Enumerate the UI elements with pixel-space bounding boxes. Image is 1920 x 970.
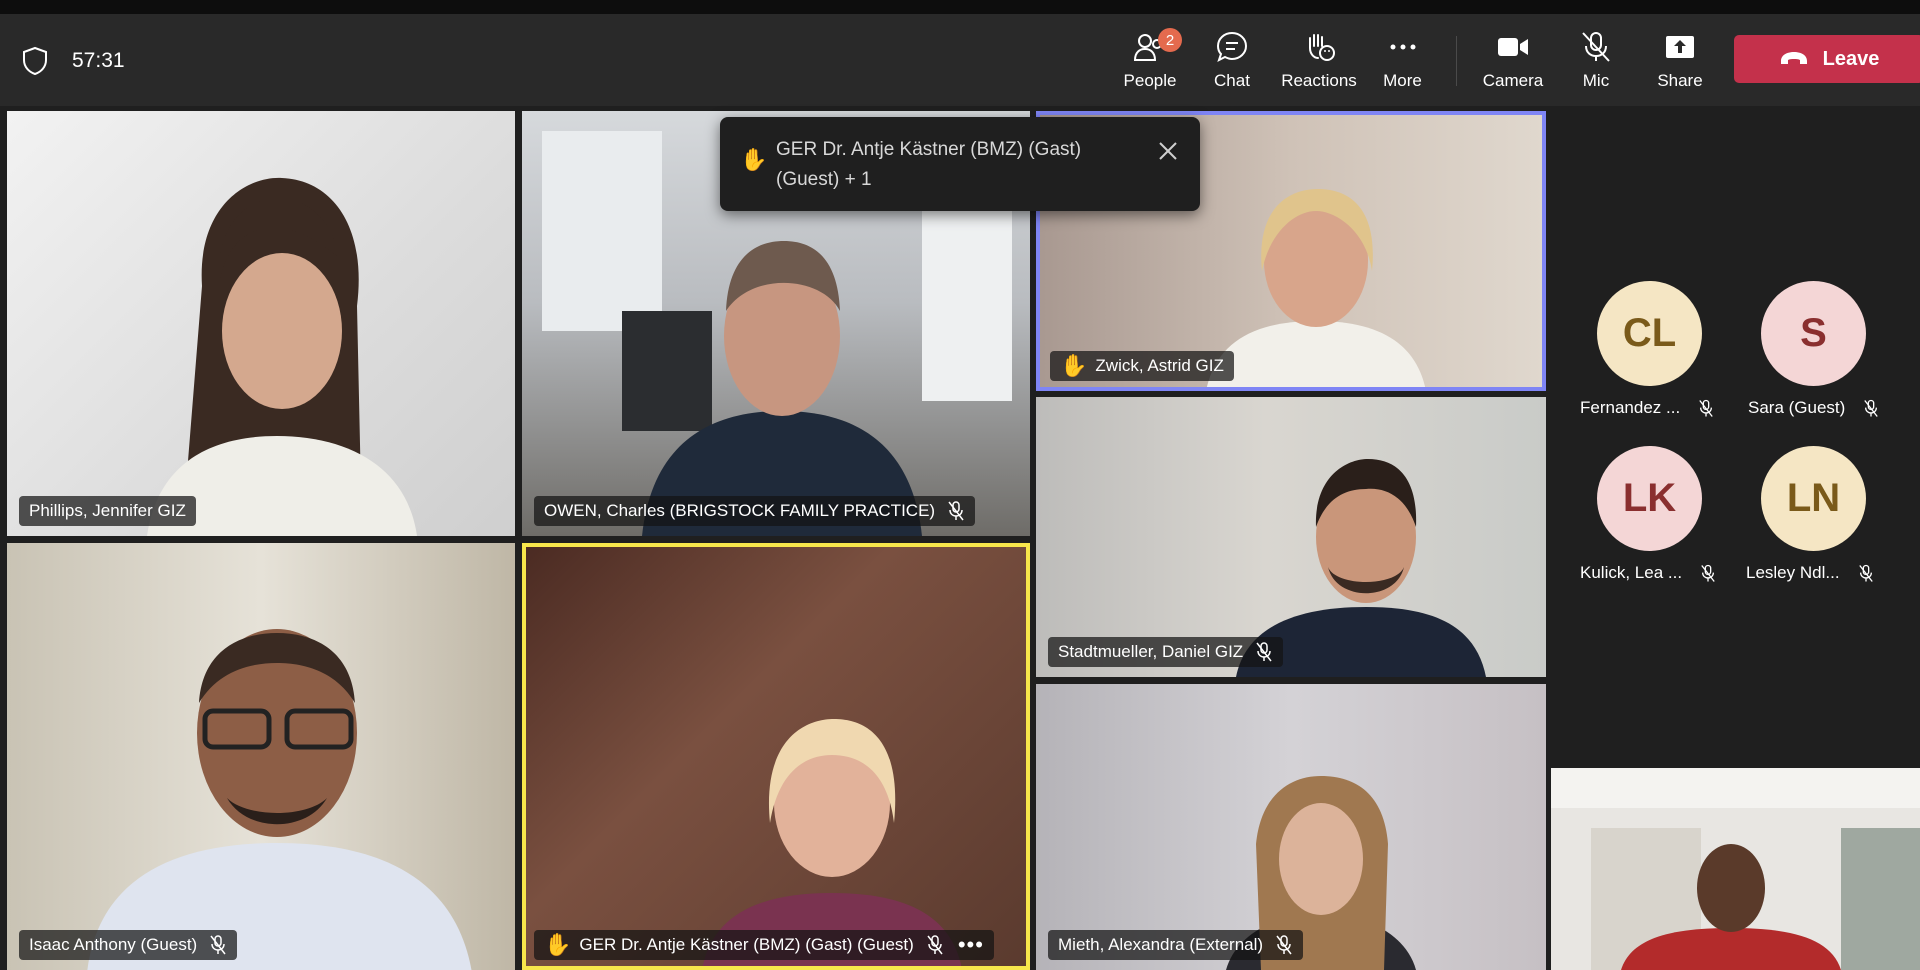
chat-button[interactable]: Chat [1207, 14, 1257, 106]
video-tile[interactable]: Isaac Anthony (Guest) [7, 543, 515, 970]
participant-nametag: Isaac Anthony (Guest) [19, 930, 238, 960]
mic-off-icon [927, 935, 943, 955]
participant-nametag: Mieth, Alexandra (External) [1048, 930, 1304, 960]
leave-button[interactable]: Leave [1734, 35, 1920, 83]
participant-name: GER Dr. Antje Kästner (BMZ) (Gast) (Gues… [579, 935, 914, 954]
raised-hand-icon: ✋ [1060, 353, 1088, 378]
participant-nametag: Stadtmueller, Daniel GIZ [1048, 637, 1284, 667]
more-label: More [1383, 71, 1422, 90]
participant-nametag: OWEN, Charles (BRIGSTOCK FAMILY PRACTICE… [534, 496, 976, 526]
video-tile-raised-hand[interactable]: ✋ GER Dr. Antje Kästner (BMZ) (Gast) (Gu… [522, 543, 1030, 970]
participant-name: Stadtmueller, Daniel GIZ [1058, 642, 1244, 661]
raised-hand-icon: ✋ [740, 147, 768, 172]
video-grid: Phillips, Jennifer GIZ OWEN, Charles (BR… [0, 106, 1552, 970]
avatar-name: Sara (Guest) [1748, 398, 1846, 417]
participant-nametag: ✋ Zwick, Astrid GIZ [1050, 351, 1234, 381]
share-icon [1666, 36, 1694, 58]
mic-off-icon [210, 935, 226, 955]
chat-icon [1216, 31, 1248, 62]
avatar-initials: CL [1622, 311, 1677, 355]
participant-name: Isaac Anthony (Guest) [29, 935, 198, 954]
mic-off-icon [1858, 564, 1873, 582]
participant-name: OWEN, Charles (BRIGSTOCK FAMILY PRACTICE… [544, 501, 936, 520]
camera-icon [1498, 38, 1528, 56]
participant-name: Mieth, Alexandra (External) [1058, 935, 1264, 954]
close-icon[interactable] [1156, 139, 1180, 163]
notification-line-2: (Guest) + 1 [776, 169, 872, 190]
more-icon [1390, 44, 1415, 50]
camera-button[interactable]: Camera [1482, 14, 1544, 106]
mic-off-icon [948, 501, 964, 521]
chat-label: Chat [1214, 71, 1250, 90]
participant-nametag: ✋ GER Dr. Antje Kästner (BMZ) (Gast) (Gu… [534, 930, 994, 960]
people-button[interactable]: 2 People [1120, 14, 1182, 106]
video-tile[interactable]: Mieth, Alexandra (External) [1036, 684, 1546, 970]
avatar-initials: S [1800, 311, 1827, 355]
mic-off-icon [1864, 399, 1879, 417]
mic-off-icon [1276, 935, 1292, 955]
people-count-badge: 2 [1158, 28, 1182, 52]
avatar-initials: LK [1622, 476, 1677, 520]
reactions-button[interactable]: Reactions [1280, 14, 1358, 106]
more-button[interactable]: More [1380, 14, 1425, 106]
avatar-initials: LN [1786, 476, 1841, 520]
more-options-icon[interactable]: ••• [958, 934, 984, 956]
mic-off-icon [1256, 642, 1272, 662]
avatar-name: Lesley Ndl... [1746, 563, 1840, 582]
participant-avatar-name: Sara (Guest) [1748, 398, 1879, 418]
participant-avatar[interactable]: LK [1597, 446, 1702, 551]
share-label: Share [1657, 71, 1703, 90]
window-top-strip [0, 0, 1920, 14]
avatar-name: Fernandez ... [1580, 398, 1681, 417]
toolbar-divider [1456, 36, 1457, 86]
mic-off-icon [1582, 32, 1610, 62]
meeting-timer: 57:31 [72, 49, 125, 72]
raised-hand-notification[interactable]: ✋ GER Dr. Antje Kästner (BMZ) (Gast) (Gu… [720, 117, 1200, 211]
participant-nametag: Phillips, Jennifer GIZ [19, 496, 196, 526]
participant-avatar-name: Lesley Ndl... [1746, 563, 1874, 583]
self-view-video-image [1551, 768, 1920, 970]
shield-icon[interactable] [22, 46, 48, 76]
meeting-toolbar: 57:31 [0, 14, 1920, 106]
participant-avatar-name: Fernandez ... [1580, 398, 1714, 418]
participant-avatar[interactable]: S [1761, 281, 1866, 386]
reactions-icon [1309, 34, 1335, 61]
participant-video-image [702, 719, 962, 970]
raised-hand-icon: ✋ [544, 932, 572, 957]
participant-video-image [147, 177, 417, 536]
notification-text: GER Dr. Antje Kästner (BMZ) (Gast) (Gues… [776, 135, 1136, 195]
share-button[interactable]: Share [1657, 14, 1703, 106]
self-view-video[interactable] [1551, 768, 1920, 970]
mic-label: Mic [1582, 71, 1610, 90]
hangup-icon [1780, 52, 1807, 64]
participant-avatar[interactable]: LN [1761, 446, 1866, 551]
participant-avatar-name: Kulick, Lea ... [1580, 563, 1716, 583]
participant-avatar[interactable]: CL [1597, 281, 1702, 386]
leave-label: Leave [1822, 47, 1880, 70]
participant-video-image [87, 629, 472, 970]
participant-name: Phillips, Jennifer GIZ [29, 501, 186, 520]
mic-off-icon [1701, 564, 1715, 582]
video-tile[interactable]: Stadtmueller, Daniel GIZ [1036, 397, 1546, 677]
participant-name: Zwick, Astrid GIZ [1095, 356, 1224, 375]
people-label: People [1123, 71, 1177, 90]
reactions-label: Reactions [1281, 71, 1357, 90]
avatar-name: Kulick, Lea ... [1580, 563, 1683, 582]
camera-label: Camera [1482, 71, 1544, 90]
notification-line-1: GER Dr. Antje Kästner (BMZ) (Gast) [776, 139, 1082, 160]
video-tile[interactable]: Phillips, Jennifer GIZ [7, 111, 515, 536]
mic-button[interactable]: Mic [1578, 14, 1614, 106]
mic-off-icon [1699, 399, 1713, 417]
